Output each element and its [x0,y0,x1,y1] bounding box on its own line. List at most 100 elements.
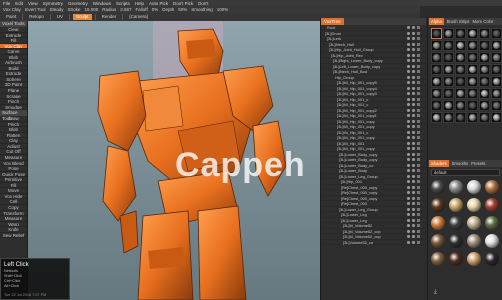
ghost-icon[interactable] [412,114,415,118]
eye-icon[interactable] [407,103,410,107]
eye-icon[interactable] [407,174,410,178]
lock-icon[interactable] [417,163,420,167]
ghost-icon[interactable] [412,97,415,101]
ghost-icon[interactable] [412,196,415,200]
eye-icon[interactable] [407,218,410,222]
alpha-thumbnail[interactable] [491,52,502,63]
lock-icon[interactable] [417,207,420,211]
lock-icon[interactable] [417,169,420,173]
alpha-thumbnail[interactable] [455,52,466,63]
ghost-icon[interactable] [412,152,415,156]
ghost-icon[interactable] [412,229,415,233]
ghost-icon[interactable] [412,202,415,206]
lock-icon[interactable] [417,53,420,57]
tab-alpha-2[interactable]: More Color [473,19,494,24]
shader-ball[interactable] [485,180,499,194]
alpha-thumbnail[interactable] [431,40,442,51]
alpha-thumbnail[interactable] [443,52,454,63]
alpha-thumbnail[interactable] [443,76,454,87]
lock-icon[interactable] [417,119,420,123]
menu-item-0[interactable]: File [3,1,10,6]
ghost-icon[interactable] [412,81,415,85]
alpha-thumbnail[interactable] [491,100,502,111]
shader-ball[interactable] [485,234,499,248]
ghost-icon[interactable] [412,224,415,228]
ghost-icon[interactable] [412,42,415,46]
alpha-thumbnail[interactable] [443,100,454,111]
alpha-thumbnail[interactable] [479,40,490,51]
eye-icon[interactable] [407,136,410,140]
shader-ball[interactable] [431,216,445,230]
ghost-icon[interactable] [412,92,415,96]
alpha-thumbnail[interactable] [479,100,490,111]
lock-icon[interactable] [417,86,420,90]
lock-icon[interactable] [417,48,420,52]
shader-ball[interactable] [467,198,481,212]
ghost-icon[interactable] [412,37,415,41]
alpha-thumbnail[interactable] [467,40,478,51]
lock-icon[interactable] [417,130,420,134]
shader-ball[interactable] [485,216,499,230]
ghost-icon[interactable] [412,191,415,195]
alpha-thumbnail[interactable] [431,112,442,123]
tab-1[interactable]: Retopo [26,14,47,20]
tab-0[interactable]: Paint [3,14,19,20]
lock-icon[interactable] [417,196,420,200]
ghost-icon[interactable] [412,75,415,79]
tool-option-3[interactable]: Stroke [67,7,80,12]
ghost-icon[interactable] [412,174,415,178]
eye-icon[interactable] [407,86,410,90]
eye-icon[interactable] [407,169,410,173]
shader-ball[interactable] [449,234,463,248]
alpha-thumbnail[interactable] [455,40,466,51]
eye-icon[interactable] [407,180,410,184]
lock-icon[interactable] [417,229,420,233]
eye-icon[interactable] [407,70,410,74]
tab-shader-0[interactable]: Shaders [429,160,449,167]
ghost-icon[interactable] [412,180,415,184]
shader-ball[interactable] [431,198,445,212]
lock-icon[interactable] [417,136,420,140]
alpha-thumbnail[interactable] [431,88,442,99]
eye-icon[interactable] [407,224,410,228]
shader-ball[interactable] [485,252,499,266]
alpha-thumbnail[interactable] [431,76,442,87]
eye-icon[interactable] [407,81,410,85]
menu-item-7[interactable]: Help [135,1,144,6]
lock-icon[interactable] [417,92,420,96]
lock-icon[interactable] [417,59,420,63]
ghost-icon[interactable] [412,185,415,189]
eye-icon[interactable] [407,26,410,30]
tool-option-10[interactable]: 50% [178,7,187,12]
lock-icon[interactable] [417,185,420,189]
ghost-icon[interactable] [412,119,415,123]
shader-ball[interactable] [467,252,481,266]
lock-icon[interactable] [417,240,420,244]
tab-shader-2[interactable]: Presets [471,161,485,166]
menu-item-6[interactable]: Scripts [116,1,130,6]
tab-3[interactable]: Sculpt [73,14,92,20]
alpha-thumbnail[interactable] [467,88,478,99]
tool-option-6[interactable]: 2.567 [120,7,131,12]
alpha-thumbnail[interactable] [443,40,454,51]
ghost-icon[interactable] [412,207,415,211]
alpha-thumbnail[interactable] [467,52,478,63]
ghost-icon[interactable] [412,103,415,107]
tool-option-4[interactable]: 15.000 [84,7,98,12]
alpha-thumbnail[interactable] [467,64,478,75]
eye-icon[interactable] [407,147,410,151]
alpha-thumbnail[interactable] [491,76,502,87]
alpha-thumbnail[interactable] [431,28,442,39]
alpha-thumbnail[interactable] [455,64,466,75]
tool-option-5[interactable]: Radius [102,7,116,12]
alpha-thumbnail[interactable] [479,112,490,123]
ghost-icon[interactable] [412,130,415,134]
alpha-thumbnail[interactable] [479,28,490,39]
tab-2[interactable]: UV [54,14,66,20]
lock-icon[interactable] [417,141,420,145]
alpha-thumbnail[interactable] [491,112,502,123]
lock-icon[interactable] [417,125,420,129]
lock-icon[interactable] [417,180,420,184]
eye-icon[interactable] [407,191,410,195]
ghost-icon[interactable] [412,48,415,52]
